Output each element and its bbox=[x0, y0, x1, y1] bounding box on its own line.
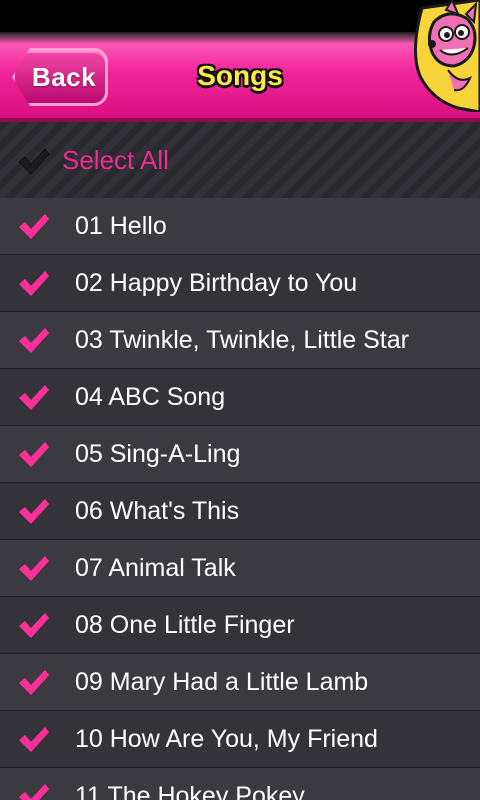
checkmark-icon[interactable] bbox=[16, 553, 50, 583]
song-title: 11 The Hokey Pokey bbox=[75, 782, 305, 800]
list-item[interactable]: 03 Twinkle, Twinkle, Little Star bbox=[0, 312, 480, 369]
checkmark-icon[interactable] bbox=[16, 781, 50, 800]
song-title: 10 How Are You, My Friend bbox=[75, 725, 378, 753]
checkmark-icon[interactable] bbox=[16, 382, 50, 412]
checkmark-icon[interactable] bbox=[16, 439, 50, 469]
checkmark-icon[interactable] bbox=[16, 325, 50, 355]
list-item[interactable]: 08 One Little Finger bbox=[0, 597, 480, 654]
select-all-label: Select All bbox=[62, 144, 169, 175]
song-title: 03 Twinkle, Twinkle, Little Star bbox=[75, 326, 409, 354]
list-item[interactable]: 11 The Hokey Pokey bbox=[0, 768, 480, 800]
song-title: 09 Mary Had a Little Lamb bbox=[75, 668, 369, 696]
checkmark-icon[interactable] bbox=[16, 211, 50, 241]
checkmark-icon[interactable] bbox=[16, 724, 50, 754]
select-all-row[interactable]: Select All bbox=[0, 122, 480, 198]
song-title: 05 Sing-A-Ling bbox=[75, 440, 241, 468]
back-button[interactable]: Back bbox=[12, 48, 108, 106]
list-item[interactable]: 05 Sing-A-Ling bbox=[0, 426, 480, 483]
song-title: 06 What's This bbox=[75, 497, 240, 525]
checkmark-icon[interactable] bbox=[16, 268, 50, 298]
song-title: 01 Hello bbox=[75, 212, 167, 240]
song-title: 07 Animal Talk bbox=[75, 554, 236, 582]
song-list: 01 Hello 02 Happy Birthday to You 03 Twi… bbox=[0, 198, 480, 800]
checkmark-icon[interactable] bbox=[16, 496, 50, 526]
song-title: 08 One Little Finger bbox=[75, 611, 295, 639]
song-title: 04 ABC Song bbox=[75, 383, 226, 411]
checkmark-icon[interactable] bbox=[16, 667, 50, 697]
list-item[interactable]: 06 What's This bbox=[0, 483, 480, 540]
mascot-icon bbox=[413, 0, 480, 112]
list-item[interactable]: 07 Animal Talk bbox=[0, 540, 480, 597]
checkmark-icon[interactable] bbox=[16, 146, 50, 176]
page-title: Songs bbox=[197, 60, 283, 91]
list-item[interactable]: 09 Mary Had a Little Lamb bbox=[0, 654, 480, 711]
list-item[interactable]: 02 Happy Birthday to You bbox=[0, 255, 480, 312]
song-title: 02 Happy Birthday to You bbox=[75, 269, 358, 297]
list-item[interactable]: 04 ABC Song bbox=[0, 369, 480, 426]
checkmark-icon[interactable] bbox=[16, 610, 50, 640]
list-item[interactable]: 10 How Are You, My Friend bbox=[0, 711, 480, 768]
list-item[interactable]: 01 Hello bbox=[0, 198, 480, 255]
